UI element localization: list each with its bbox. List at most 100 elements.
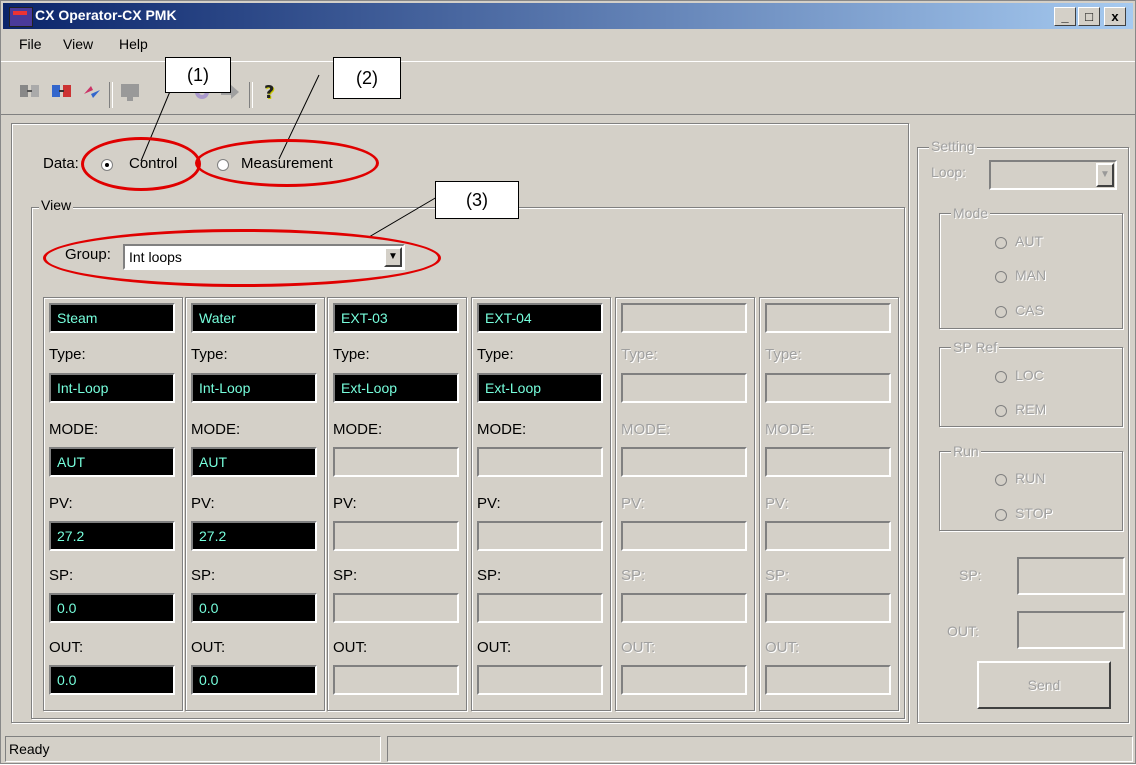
loop-out-label: OUT: (49, 639, 84, 656)
chevron-down-icon[interactable]: ▼ (1096, 163, 1114, 187)
loop-name-value (621, 303, 747, 333)
loop-pv-value: 27.2 (191, 521, 317, 551)
callout-1: (1) (165, 57, 231, 93)
loop-mode-label: MODE: (191, 421, 241, 438)
loop-sp-value (621, 593, 747, 623)
loop-type-label: Type: (621, 346, 658, 363)
view-group-label: View (39, 197, 74, 213)
loop-name-value: EXT-03 (333, 303, 459, 333)
toolbar-separator (109, 82, 113, 108)
app-window: CX Operator-CX PMK _ □ x File View Help … (0, 0, 1136, 764)
loop-label: Loop: (931, 164, 967, 180)
disconnect-icon[interactable] (51, 82, 73, 102)
sp-input[interactable] (1017, 557, 1125, 595)
sp-label: SP: (959, 567, 982, 583)
run-group-label: Run (951, 443, 981, 459)
loop-pv-value (333, 521, 459, 551)
send-button-label: Send (1027, 677, 1061, 693)
loop-name-value (765, 303, 891, 333)
man-radio[interactable] (995, 271, 1007, 283)
out-label: OUT: (947, 623, 979, 639)
rem-radio-label[interactable]: REM (1015, 401, 1046, 417)
loop-type-value (621, 373, 747, 403)
app-icon (9, 7, 33, 27)
loop-out-value (333, 665, 459, 695)
send-button[interactable]: Send (977, 661, 1111, 709)
menu-view[interactable]: View (63, 36, 93, 52)
refresh-icon[interactable] (81, 82, 103, 102)
close-button[interactable]: x (1104, 7, 1126, 26)
status-bar-panel (387, 736, 1133, 762)
loop-pv-value: 27.2 (49, 521, 175, 551)
data-label: Data: (43, 155, 79, 172)
maximize-button[interactable]: □ (1078, 7, 1100, 26)
loop-pv-value (765, 521, 891, 551)
annotation-ellipse-2 (195, 139, 379, 187)
loop-out-value: 0.0 (49, 665, 175, 695)
minimize-button[interactable]: _ (1054, 7, 1076, 26)
loop-mode-value: AUT (49, 447, 175, 477)
loop-out-label: OUT: (191, 639, 226, 656)
loop-type-value: Int-Loop (49, 373, 175, 403)
stop-radio[interactable] (995, 509, 1007, 521)
rem-radio[interactable] (995, 405, 1007, 417)
loop-out-value (621, 665, 747, 695)
loop-sp-label: SP: (49, 567, 74, 584)
status-bar-text: Ready (5, 736, 381, 762)
loc-radio-label[interactable]: LOC (1015, 367, 1044, 383)
loop-dropdown[interactable]: ▼ (989, 160, 1117, 190)
loop-mode-value (765, 447, 891, 477)
aut-radio[interactable] (995, 237, 1007, 249)
loop-mode-value: AUT (191, 447, 317, 477)
run-radio[interactable] (995, 474, 1007, 486)
loop-sp-value (765, 593, 891, 623)
menu-help[interactable]: Help (119, 36, 148, 52)
loop-sp-label: SP: (333, 567, 358, 584)
callout-2: (2) (333, 57, 401, 99)
cas-radio-label[interactable]: CAS (1015, 302, 1044, 318)
loop-type-label: Type: (765, 346, 802, 363)
setting-panel-label: Setting (929, 138, 977, 154)
aut-radio-label[interactable]: AUT (1015, 233, 1043, 249)
run-radio-label[interactable]: RUN (1015, 470, 1045, 486)
monitor-icon[interactable] (119, 82, 141, 102)
help-icon[interactable]: ?? (259, 82, 281, 102)
loop-type-value: Ext-Loop (477, 373, 603, 403)
loop-name-value: Steam (49, 303, 175, 333)
loop-pv-value (621, 521, 747, 551)
loop-type-label: Type: (333, 346, 370, 363)
loop-out-label: OUT: (333, 639, 368, 656)
cas-radio[interactable] (995, 306, 1007, 318)
loop-name-value: EXT-04 (477, 303, 603, 333)
loop-type-label: Type: (477, 346, 514, 363)
out-input[interactable] (1017, 611, 1125, 649)
loop-mode-value (477, 447, 603, 477)
man-radio-label[interactable]: MAN (1015, 267, 1046, 283)
connect-icon[interactable] (19, 82, 41, 102)
title-bar: CX Operator-CX PMK _ □ x (3, 3, 1133, 29)
loop-pv-label: PV: (191, 495, 215, 512)
loop-type-value (765, 373, 891, 403)
annotation-ellipse-3 (43, 229, 441, 287)
loop-sp-value (333, 593, 459, 623)
mode-group-label: Mode (951, 205, 991, 221)
loop-mode-value (333, 447, 459, 477)
loop-out-label: OUT: (621, 639, 656, 656)
loc-radio[interactable] (995, 371, 1007, 383)
loop-sp-value: 0.0 (191, 593, 317, 623)
loop-pv-label: PV: (477, 495, 501, 512)
loop-mode-label: MODE: (765, 421, 815, 438)
loop-sp-label: SP: (191, 567, 216, 584)
loop-out-value (477, 665, 603, 695)
loop-pv-value (477, 521, 603, 551)
sp-ref-group-label: SP Ref (951, 339, 1000, 355)
loop-mode-label: MODE: (333, 421, 383, 438)
loop-pv-label: PV: (765, 495, 789, 512)
menu-file[interactable]: File (19, 36, 42, 52)
stop-radio-label[interactable]: STOP (1015, 505, 1053, 521)
loop-type-label: Type: (49, 346, 86, 363)
loop-type-value: Int-Loop (191, 373, 317, 403)
loop-out-label: OUT: (765, 639, 800, 656)
loop-out-value (765, 665, 891, 695)
loop-type-label: Type: (191, 346, 228, 363)
